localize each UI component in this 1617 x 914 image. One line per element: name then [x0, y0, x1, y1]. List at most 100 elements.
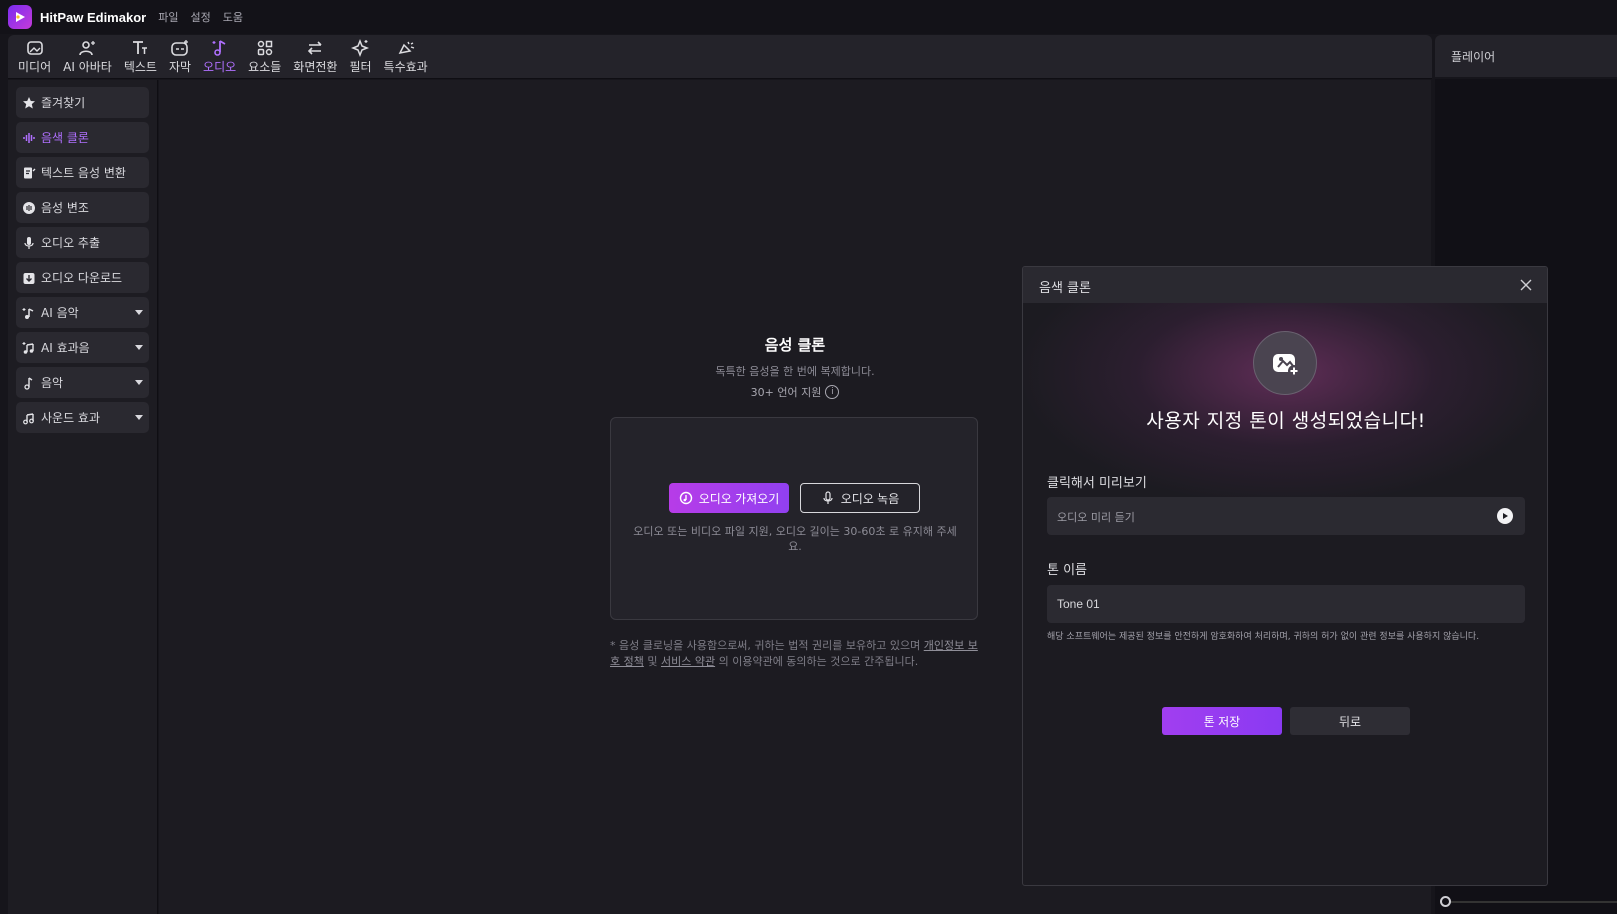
subtitle-icon [171, 40, 188, 56]
voice-changer-icon [23, 201, 35, 214]
microphone-icon [823, 491, 833, 504]
tab-filter[interactable]: 필터 [343, 35, 377, 79]
sidebar-item-label: 음악 [41, 376, 64, 390]
tab-transition-label: 화면전환 [293, 60, 338, 74]
sidebar-item-ai-music[interactable]: AI 음악 [16, 297, 149, 328]
music-note-icon [24, 376, 33, 390]
info-icon[interactable]: i [825, 385, 840, 399]
sidebar-item-label: AI 음악 [41, 306, 79, 320]
privacy-disclaimer: 해당 소프트웨어는 제공된 정보를 안전하게 암호화하여 처리하며, 귀하의 허… [1047, 632, 1480, 642]
title-bar: HitPaw Edimakor 파일 설정 도움 [0, 0, 1617, 34]
tab-effects-label: 특수효과 [383, 60, 428, 74]
tab-elements-label: 요소들 [248, 60, 282, 74]
menu-help[interactable]: 도움 [223, 9, 243, 25]
text-icon [133, 41, 148, 54]
sidebar-item-label: 음색 클론 [41, 131, 89, 145]
tab-transition[interactable]: 화면전환 [287, 35, 343, 79]
player-title: 플레이어 [1451, 50, 1496, 64]
audio-upload-area[interactable]: 오디오 가져오기 오디오 녹음 오디오 또는 비디오 파일 지원, 오디오 길이… [610, 417, 978, 620]
legal-prefix: * 음성 클로닝을 사용함으로써, 귀하는 법적 권리를 보유하고 있으며 [610, 639, 921, 652]
elements-icon [257, 40, 272, 56]
sidebar-item-favorites[interactable]: 즐겨찾기 [16, 87, 149, 118]
chevron-down-icon[interactable] [135, 310, 143, 315]
tab-text[interactable]: 텍스트 [118, 35, 163, 79]
download-icon [23, 272, 35, 284]
import-audio-label: 오디오 가져오기 [698, 491, 780, 506]
sidebar-item-voice-changer[interactable]: 음성 변조 [16, 192, 149, 223]
waveform-icon [23, 132, 35, 143]
language-support-text: 30+ 언어 지원 [750, 386, 822, 399]
language-support: 30+ 언어 지원 i [610, 384, 980, 400]
sidebar-item-text-to-speech[interactable]: 텍스트 음성 변환 [16, 157, 149, 188]
audio-preview-bar[interactable]: 오디오 미리 듣기 [1047, 497, 1525, 535]
tab-audio[interactable]: 오디오 [197, 35, 242, 79]
chevron-down-icon[interactable] [135, 345, 143, 350]
player-progress-track[interactable] [1446, 901, 1617, 903]
tone-name-label: 톤 이름 [1047, 563, 1088, 578]
sidebar-item-sound-effects[interactable]: 사운드 효과 [16, 402, 149, 433]
player-progress-handle[interactable] [1440, 896, 1451, 907]
tab-ai-avatar[interactable]: AI 아바타 [57, 35, 118, 79]
record-audio-button[interactable]: 오디오 녹음 [800, 483, 920, 513]
tab-media-label: 미디어 [18, 60, 52, 74]
text-to-speech-icon [24, 167, 36, 178]
tab-ai-avatar-label: AI 아바타 [63, 60, 112, 74]
tab-subtitle[interactable]: 자막 [163, 35, 197, 79]
audio-import-icon [679, 491, 692, 505]
main-toolbar: 미디어 AI 아바타 텍스트 자막 오디오 요소들 화면전환 필터 특수효과 [8, 35, 1432, 79]
player-panel-header: 플레이어 [1435, 35, 1617, 77]
sidebar-item-ai-sfx[interactable]: AI 효과음 [16, 332, 149, 363]
ai-sfx-icon [22, 341, 34, 354]
star-icon [23, 96, 35, 108]
voice-clone-title: 음성 클론 [764, 336, 826, 354]
transition-icon [308, 41, 322, 55]
sidebar-item-audio-download[interactable]: 오디오 다운로드 [16, 262, 149, 293]
save-tone-button[interactable]: 톤 저장 [1162, 707, 1282, 735]
sidebar-item-music[interactable]: 음악 [16, 367, 149, 398]
success-message: 사용자 지정 톤이 생성되었습니다! [1146, 410, 1426, 432]
sidebar-item-audio-extract[interactable]: 오디오 추출 [16, 227, 149, 258]
add-voice-tone-icon [1253, 331, 1317, 395]
tab-media[interactable]: 미디어 [12, 35, 57, 79]
audio-preview-text: 오디오 미리 듣기 [1057, 511, 1135, 524]
app-logo-icon [8, 5, 32, 29]
ai-music-icon [22, 307, 34, 319]
menu-file[interactable]: 파일 [158, 9, 178, 25]
play-icon[interactable] [1497, 508, 1513, 524]
back-button[interactable]: 뒤로 [1290, 707, 1410, 735]
tab-effects[interactable]: 특수효과 [378, 35, 434, 79]
tab-text-label: 텍스트 [123, 60, 157, 74]
tab-elements[interactable]: 요소들 [242, 35, 287, 79]
menu-settings[interactable]: 설정 [190, 9, 210, 25]
sidebar-item-label: AI 효과음 [41, 341, 90, 355]
dialog-header: 음색 클론 [1023, 267, 1547, 303]
import-audio-button[interactable]: 오디오 가져오기 [669, 483, 789, 513]
tone-name-input[interactable] [1047, 585, 1525, 623]
sidebar-item-label: 오디오 추출 [41, 236, 101, 250]
upload-hint: 오디오 또는 비디오 파일 지원, 오디오 길이는 30-60초 로 유지해 주… [633, 525, 957, 553]
app-title: HitPaw Edimakor [40, 9, 147, 25]
voice-clone-dialog: 음색 클론 사용자 지정 톤이 생성되었습니다! 클릭해서 미리보기 오디오 미… [1022, 266, 1548, 886]
sidebar-item-label: 오디오 다운로드 [41, 271, 123, 285]
tab-subtitle-label: 자막 [168, 60, 192, 74]
sound-effect-icon [23, 412, 34, 424]
chevron-down-icon[interactable] [135, 415, 143, 420]
avatar-icon [79, 41, 96, 56]
terms-of-service-link[interactable]: 서비스 약관 [661, 655, 715, 668]
tab-filter-label: 필터 [349, 60, 372, 74]
tab-audio-label: 오디오 [203, 60, 237, 74]
close-icon[interactable] [1517, 276, 1535, 294]
sidebar-item-label: 즐겨찾기 [41, 96, 86, 110]
microphone-icon [24, 236, 34, 249]
sidebar-item-voice-clone[interactable]: 음색 클론 [16, 122, 149, 153]
preview-label: 클릭해서 미리보기 [1047, 476, 1147, 491]
media-icon [26, 41, 43, 55]
sidebar-item-label: 텍스트 음성 변환 [41, 166, 126, 180]
record-audio-label: 오디오 녹음 [840, 491, 900, 506]
chevron-down-icon[interactable] [135, 380, 143, 385]
sidebar-item-label: 사운드 효과 [41, 411, 101, 425]
filter-icon [350, 39, 369, 57]
effects-icon [398, 41, 414, 55]
legal-suffix: 의 이용약관에 동의하는 것으로 간주됩니다. [718, 655, 919, 668]
dialog-title: 음색 클론 [1039, 281, 1091, 296]
